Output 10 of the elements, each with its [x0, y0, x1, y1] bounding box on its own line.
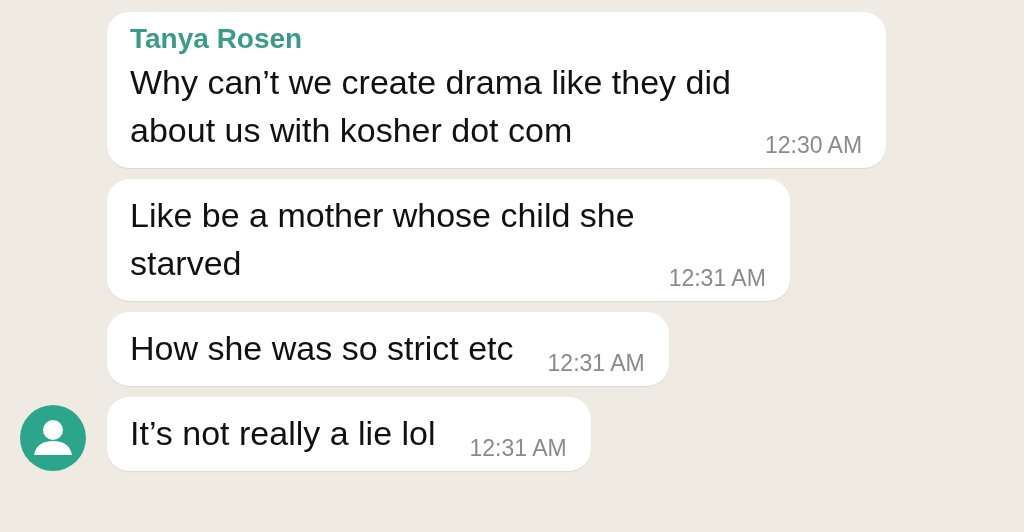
avatar-icon[interactable] [20, 405, 86, 471]
message-time: 12:30 AM [764, 132, 863, 158]
message-text: Why can’t we create drama like they did about us with kosher dot com [130, 62, 731, 151]
message-time: 12:31 AM [547, 350, 645, 376]
message-time: 12:31 AM [668, 265, 766, 291]
message-text: Like be a mother whose child she starved [130, 195, 635, 284]
message-text: How she was so strict etc [130, 328, 514, 369]
message-text: It’s not really a lie lol [130, 413, 436, 454]
message-time: 12:31 AM [469, 435, 567, 461]
sender-name: Tanya Rosen [130, 22, 303, 56]
